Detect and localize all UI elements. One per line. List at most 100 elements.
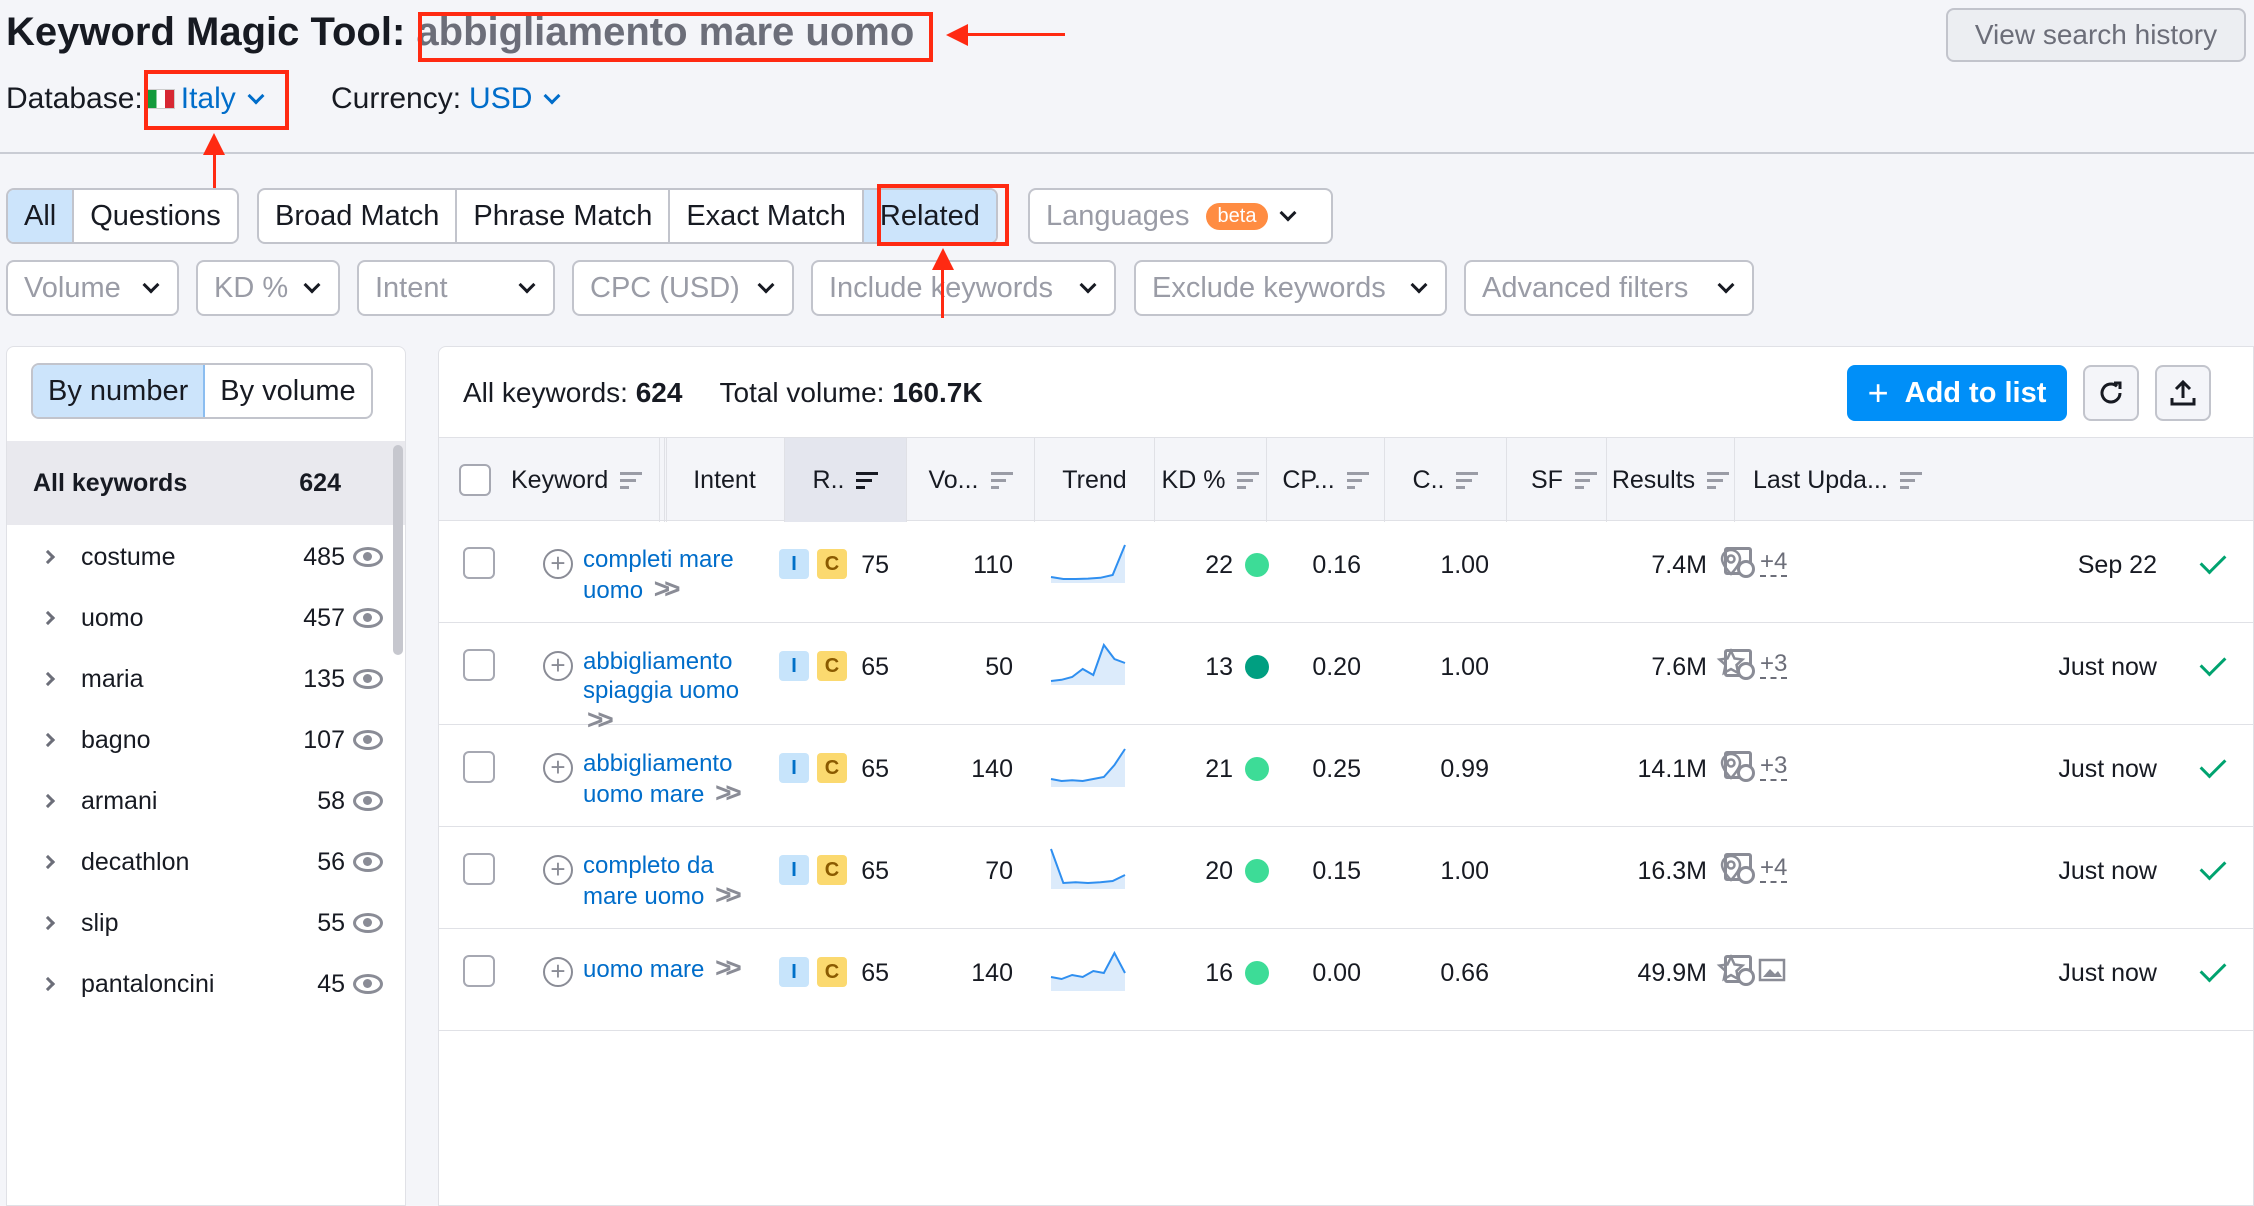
tab-exact-match[interactable]: Exact Match bbox=[670, 190, 864, 242]
sidebar-scrollbar[interactable] bbox=[393, 445, 403, 655]
chevron-right-icon[interactable] bbox=[40, 732, 56, 748]
add-keyword-icon[interactable]: + bbox=[543, 549, 573, 579]
row-checkbox[interactable] bbox=[463, 751, 495, 783]
add-keyword-icon[interactable]: + bbox=[543, 855, 573, 885]
chevron-right-icon[interactable] bbox=[40, 854, 56, 870]
col-intent[interactable]: Intent bbox=[665, 438, 785, 522]
tab-broad-match[interactable]: Broad Match bbox=[259, 190, 458, 242]
eye-icon[interactable] bbox=[353, 547, 383, 567]
chevron-down-icon[interactable] bbox=[543, 87, 561, 105]
keywords-table-panel: All keywords: 624 Total volume: 160.7K +… bbox=[438, 346, 2254, 1206]
trend-sparkline[interactable] bbox=[1049, 535, 1127, 585]
double-chevron-icon[interactable]: >> bbox=[715, 777, 742, 808]
filter-exclude-keywords[interactable]: Exclude keywords bbox=[1134, 260, 1447, 316]
double-chevron-icon[interactable]: >> bbox=[654, 573, 681, 604]
col-volume[interactable]: Vo... bbox=[907, 438, 1035, 522]
languages-dropdown[interactable]: Languages beta bbox=[1028, 188, 1333, 244]
group-count: 45 bbox=[317, 969, 345, 998]
view-search-history-button[interactable]: View search history bbox=[1946, 8, 2246, 62]
eye-icon[interactable] bbox=[353, 791, 383, 811]
currency-label: Currency: bbox=[331, 82, 462, 115]
col-results[interactable]: Results bbox=[1607, 438, 1735, 522]
group-name: costume bbox=[81, 542, 176, 571]
trend-sparkline[interactable] bbox=[1049, 943, 1127, 993]
eye-icon[interactable] bbox=[353, 730, 383, 750]
double-chevron-icon[interactable]: >> bbox=[715, 879, 742, 910]
eye-icon[interactable] bbox=[353, 608, 383, 628]
by-number-button[interactable]: By number bbox=[33, 365, 206, 417]
chevron-right-icon[interactable] bbox=[40, 976, 56, 992]
col-kd[interactable]: KD % bbox=[1155, 438, 1267, 522]
sidebar-group-item[interactable]: maria 135 bbox=[7, 649, 405, 709]
eye-icon[interactable] bbox=[353, 974, 383, 994]
sparkline-line bbox=[1050, 848, 1126, 885]
sidebar-group-item[interactable]: armani 58 bbox=[7, 771, 405, 831]
sidebar-group-item[interactable]: decathlon 56 bbox=[7, 832, 405, 892]
chevron-right-icon[interactable] bbox=[40, 549, 56, 565]
keyword-link[interactable]: abbigliamento uomo mare >> bbox=[583, 749, 753, 809]
all-keywords-group[interactable]: All keywords 624 bbox=[7, 441, 405, 525]
filter-advanced[interactable]: Advanced filters bbox=[1464, 260, 1754, 316]
filter-intent[interactable]: Intent bbox=[357, 260, 555, 316]
cpc-value: 0.15 bbox=[1312, 857, 1361, 885]
refresh-button[interactable] bbox=[2083, 365, 2139, 421]
keyword-link[interactable]: uomo mare >> bbox=[583, 953, 753, 984]
chevron-right-icon[interactable] bbox=[40, 915, 56, 931]
by-volume-button[interactable]: By volume bbox=[205, 365, 370, 417]
keyword-link[interactable]: completo da mare uomo >> bbox=[583, 851, 753, 911]
trend-sparkline[interactable] bbox=[1049, 841, 1127, 891]
chevron-right-icon[interactable] bbox=[40, 671, 56, 687]
sidebar-group-item[interactable]: slip 55 bbox=[7, 893, 405, 953]
kd-indicator bbox=[1245, 655, 1269, 679]
row-checkbox[interactable] bbox=[463, 853, 495, 885]
last-updated-value: Just now bbox=[2058, 755, 2157, 783]
col-competition[interactable]: C.. bbox=[1385, 438, 1507, 522]
export-button[interactable] bbox=[2155, 365, 2211, 421]
trend-sparkline[interactable] bbox=[1049, 637, 1127, 687]
col-relevance[interactable]: R.. bbox=[785, 438, 907, 522]
filter-cpc[interactable]: CPC (USD) bbox=[572, 260, 794, 316]
filter-volume[interactable]: Volume bbox=[6, 260, 179, 316]
eye-icon[interactable] bbox=[353, 852, 383, 872]
select-all-cell bbox=[439, 438, 491, 522]
sparkline-area bbox=[1051, 545, 1125, 583]
chevron-down-icon bbox=[303, 276, 321, 294]
col-cpc[interactable]: CP... bbox=[1267, 438, 1385, 522]
col-sf[interactable]: SF bbox=[1507, 438, 1607, 522]
select-all-checkbox[interactable] bbox=[459, 464, 491, 496]
eye-icon[interactable] bbox=[353, 669, 383, 689]
sidebar-group-item[interactable]: costume 485 bbox=[7, 527, 405, 587]
add-keyword-icon[interactable]: + bbox=[543, 753, 573, 783]
add-keyword-icon[interactable]: + bbox=[543, 957, 573, 987]
keyword-link[interactable]: abbigliamento spiaggia uomo >> bbox=[583, 647, 753, 736]
keyword-link[interactable]: completi mare uomo >> bbox=[583, 545, 753, 605]
add-keyword-icon[interactable]: + bbox=[543, 651, 573, 681]
check-icon bbox=[2199, 751, 2227, 779]
double-chevron-icon[interactable]: >> bbox=[715, 952, 742, 983]
tab-questions[interactable]: Questions bbox=[74, 190, 237, 242]
chevron-right-icon[interactable] bbox=[40, 610, 56, 626]
chevron-right-icon[interactable] bbox=[40, 793, 56, 809]
sidebar-group-item[interactable]: uomo 457 bbox=[7, 588, 405, 648]
competition-value: 1.00 bbox=[1440, 653, 1489, 681]
group-name: slip bbox=[81, 908, 119, 937]
col-last-updated[interactable]: Last Upda... bbox=[1735, 438, 2253, 522]
eye-icon[interactable] bbox=[353, 913, 383, 933]
refresh-icon bbox=[2100, 381, 2122, 404]
add-to-list-button[interactable]: + Add to list bbox=[1847, 365, 2067, 421]
group-count: 135 bbox=[303, 664, 345, 693]
filter-kd[interactable]: KD % bbox=[196, 260, 340, 316]
sidebar-group-item[interactable]: bagno 107 bbox=[7, 710, 405, 770]
filter-include-keywords[interactable]: Include keywords bbox=[811, 260, 1116, 316]
tab-phrase-match[interactable]: Phrase Match bbox=[457, 190, 671, 242]
col-keyword[interactable]: Keyword bbox=[491, 438, 665, 522]
kd-indicator bbox=[1245, 859, 1269, 883]
row-checkbox[interactable] bbox=[463, 547, 495, 579]
trend-sparkline[interactable] bbox=[1049, 739, 1127, 789]
row-checkbox[interactable] bbox=[463, 649, 495, 681]
tab-all[interactable]: All bbox=[8, 190, 75, 242]
col-trend[interactable]: Trend bbox=[1035, 438, 1155, 522]
currency-value[interactable]: USD bbox=[469, 82, 532, 116]
sidebar-group-item[interactable]: pantaloncini 45 bbox=[7, 954, 405, 1014]
row-checkbox[interactable] bbox=[463, 955, 495, 987]
